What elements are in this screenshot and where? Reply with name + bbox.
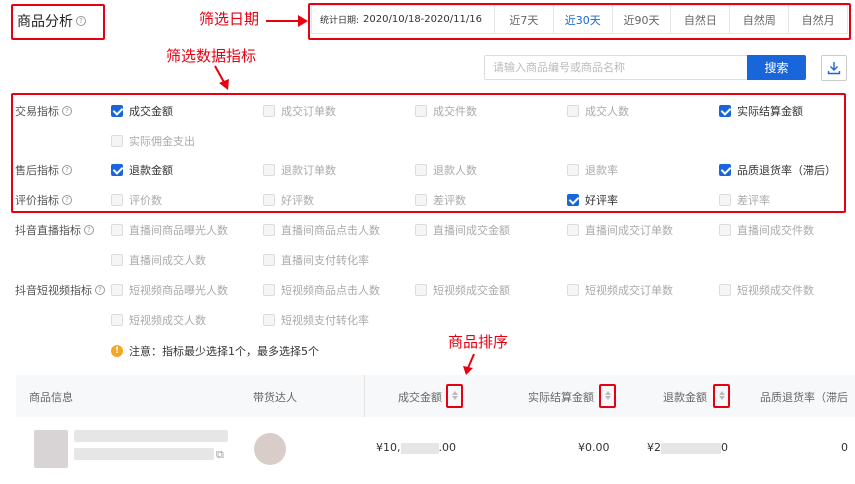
metric-checkbox[interactable]: 短视频成交金额: [415, 282, 510, 298]
search-input[interactable]: [484, 55, 748, 80]
col-refund[interactable]: 退款金额: [663, 389, 707, 405]
checkbox-icon[interactable]: [415, 224, 427, 236]
group-label-short-video: 抖音短视频指标?: [15, 282, 105, 298]
cell-gmv-tail: .00: [438, 441, 457, 454]
metric-checkbox-label: 短视频成交订单数: [585, 284, 673, 297]
metric-checkbox[interactable]: 直播间支付转化率: [263, 252, 369, 268]
notice-text: 注意：指标最少选择1个，最多选择5个: [129, 345, 319, 358]
column-divider: [364, 375, 365, 417]
metric-checkbox[interactable]: 短视频商品曝光人数: [111, 282, 228, 298]
influencer-avatar: [254, 433, 286, 465]
metric-checkbox-label: 直播间支付转化率: [281, 254, 369, 267]
highlight-sort-gmv: [446, 384, 463, 408]
cell-quality-return: 0: [841, 441, 848, 454]
cell-settlement: ¥0.00: [578, 441, 610, 454]
col-settlement[interactable]: 实际结算金额: [528, 389, 594, 405]
metric-checkbox-label: 直播间成交人数: [129, 254, 206, 267]
metric-checkbox[interactable]: 直播间商品点击人数: [263, 222, 380, 238]
metric-checkbox-label: 直播间成交件数: [737, 224, 814, 237]
metric-checkbox[interactable]: 直播间商品曝光人数: [111, 222, 228, 238]
product-thumbnail[interactable]: [34, 430, 68, 468]
metric-checkbox[interactable]: 直播间成交订单数: [567, 222, 673, 238]
help-icon[interactable]: ?: [84, 225, 94, 235]
metric-checkbox[interactable]: 短视频成交订单数: [567, 282, 673, 298]
metric-checkbox[interactable]: 直播间成交件数: [719, 222, 814, 238]
product-name-blurred[interactable]: [74, 430, 228, 442]
checkbox-icon[interactable]: [567, 224, 579, 236]
metric-checkbox-label: 短视频成交件数: [737, 284, 814, 297]
cell-refund-blur: [661, 442, 721, 454]
metric-checkbox-label: 直播间成交订单数: [585, 224, 673, 237]
checkbox-icon[interactable]: [111, 284, 123, 296]
checkbox-icon[interactable]: [719, 284, 731, 296]
annotation-date-filter: 筛选日期: [199, 10, 260, 28]
col-quality-return: 品质退货率（滞后: [760, 391, 848, 404]
checkbox-icon[interactable]: [263, 254, 275, 266]
warning-icon: !: [111, 345, 123, 357]
help-icon[interactable]: ?: [95, 285, 105, 295]
annotation-metric-filter: 筛选数据指标: [166, 47, 257, 65]
search-button[interactable]: 搜索: [747, 55, 806, 80]
metric-checkbox-label: 直播间商品点击人数: [281, 224, 380, 237]
col-influencer: 带货达人: [253, 391, 297, 404]
download-icon: [827, 62, 841, 75]
notice: ! 注意：指标最少选择1个，最多选择5个: [111, 343, 319, 359]
metric-checkbox-label: 短视频成交金额: [433, 284, 510, 297]
metric-checkbox-label: 直播间成交金额: [433, 224, 510, 237]
annotation-product-sort: 商品排序: [448, 333, 509, 351]
checkbox-icon[interactable]: [263, 314, 275, 326]
checkbox-icon[interactable]: [111, 254, 123, 266]
highlight-title: [11, 4, 105, 40]
arrow-icon: [463, 353, 475, 375]
metric-checkbox-label: 短视频成交人数: [129, 314, 206, 327]
cell-gmv-blur: [400, 442, 439, 454]
cell-gmv-value: ¥10,: [376, 441, 401, 454]
download-button[interactable]: [821, 55, 847, 81]
metric-checkbox[interactable]: 短视频成交人数: [111, 312, 206, 328]
product-id-blurred: [74, 448, 214, 460]
checkbox-icon[interactable]: [415, 284, 427, 296]
col-gmv[interactable]: 成交金额: [398, 389, 442, 405]
cell-refund-tail: 0: [721, 441, 728, 454]
metric-checkbox[interactable]: 短视频成交件数: [719, 282, 814, 298]
metric-checkbox[interactable]: 短视频支付转化率: [263, 312, 369, 328]
arrow-icon: [214, 65, 229, 90]
checkbox-icon[interactable]: [111, 224, 123, 236]
group-label-text: 抖音直播指标: [15, 224, 81, 237]
checkbox-icon[interactable]: [719, 224, 731, 236]
highlight-sort-refund: [713, 384, 730, 408]
copy-icon[interactable]: ⧉: [216, 448, 224, 462]
checkbox-icon[interactable]: [263, 284, 275, 296]
highlight-date-filter: [308, 3, 851, 40]
col-product-info: 商品信息: [29, 391, 73, 404]
metric-checkbox[interactable]: 直播间成交金额: [415, 222, 510, 238]
highlight-sort-settlement: [599, 384, 616, 408]
cell-refund: ¥2 0: [647, 441, 728, 454]
group-label-live: 抖音直播指标?: [15, 222, 94, 238]
cell-gmv: ¥10, .00: [376, 441, 456, 454]
metric-checkbox-label: 短视频商品曝光人数: [129, 284, 228, 297]
checkbox-icon[interactable]: [263, 224, 275, 236]
highlight-metric-filter: [11, 93, 846, 213]
metric-checkbox[interactable]: 直播间成交人数: [111, 252, 206, 268]
checkbox-icon[interactable]: [111, 314, 123, 326]
metric-checkbox-label: 短视频商品点击人数: [281, 284, 380, 297]
metric-checkbox-label: 短视频支付转化率: [281, 314, 369, 327]
arrow-icon: [266, 15, 308, 27]
metric-checkbox[interactable]: 短视频商品点击人数: [263, 282, 380, 298]
metric-checkbox-label: 直播间商品曝光人数: [129, 224, 228, 237]
group-label-text: 抖音短视频指标: [15, 284, 92, 297]
checkbox-icon[interactable]: [567, 284, 579, 296]
cell-refund-value: ¥2: [647, 441, 661, 454]
